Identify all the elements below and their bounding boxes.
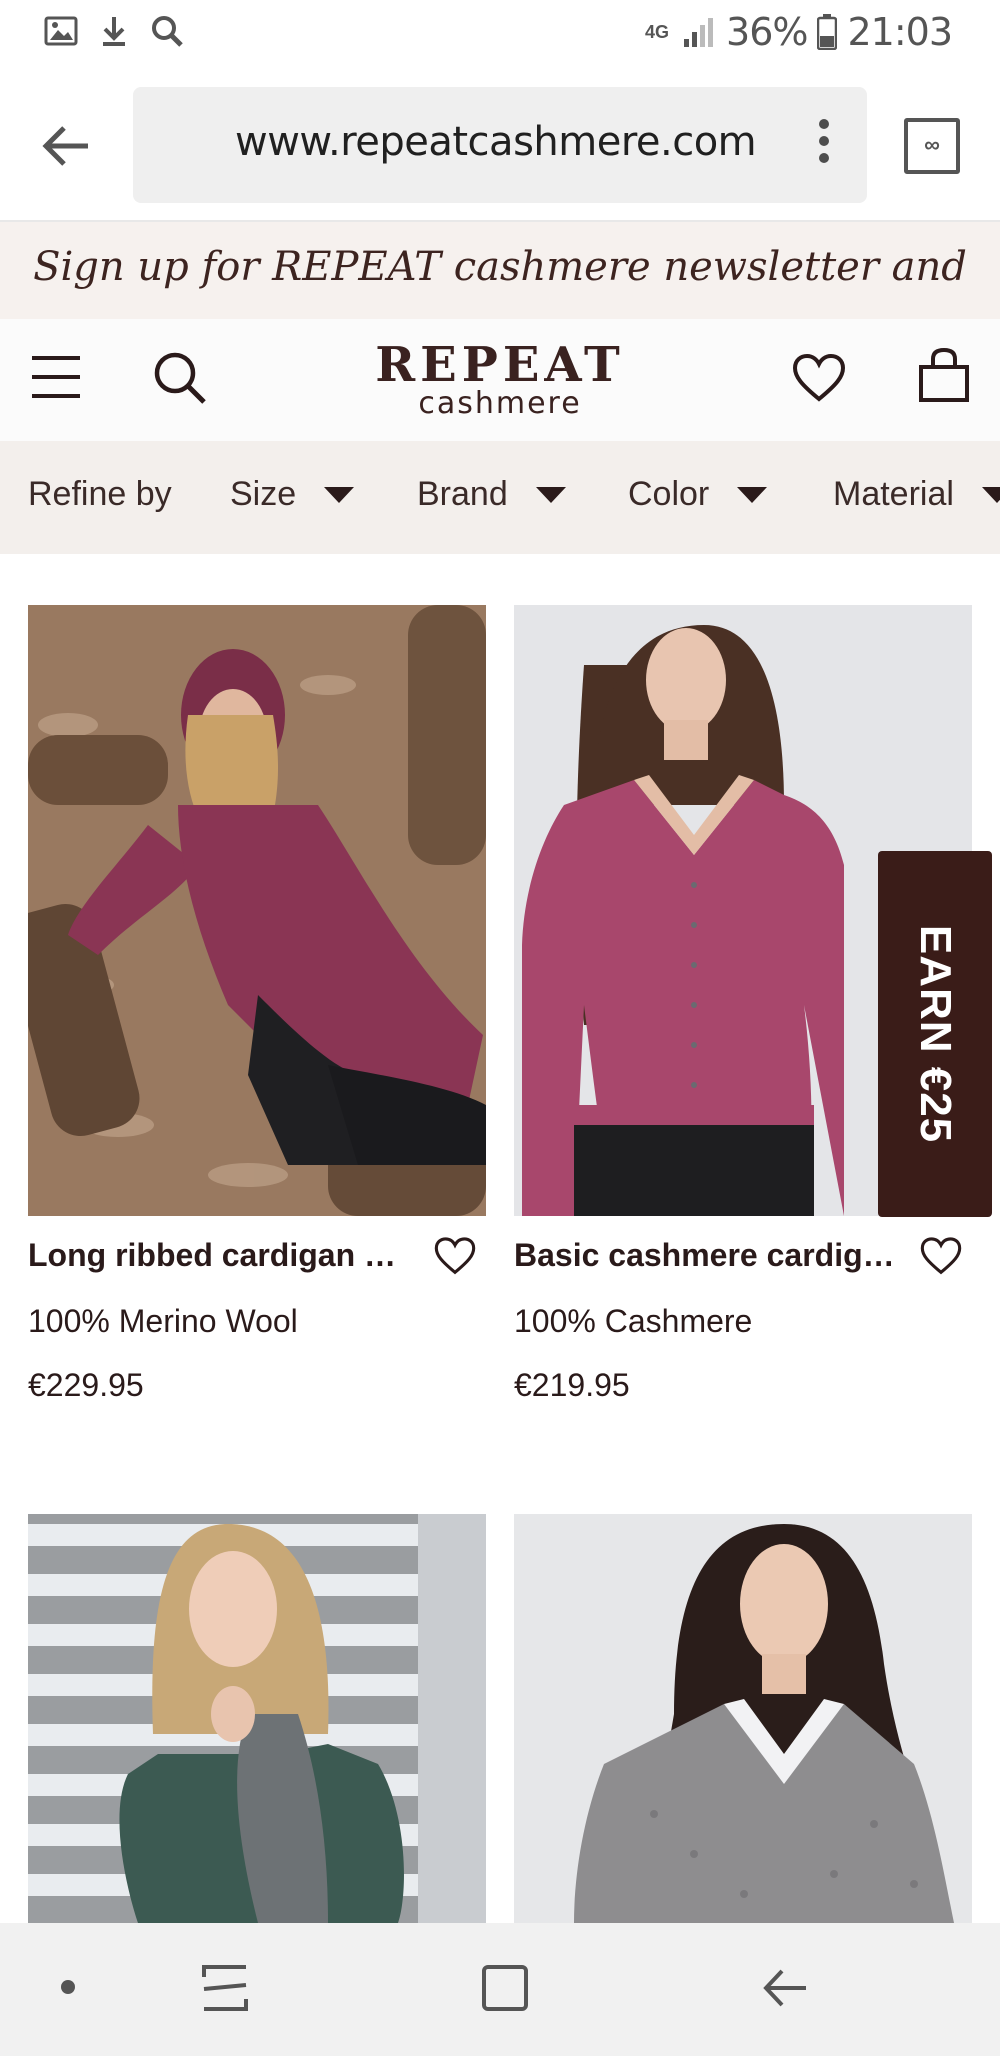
browser-toolbar: www.repeatcashmere.com ∞ <box>0 70 1000 222</box>
filter-brand[interactable]: Brand <box>417 475 566 514</box>
more-vert-icon[interactable] <box>817 119 831 169</box>
search-icon[interactable] <box>152 350 208 406</box>
signal-icon <box>684 18 714 47</box>
url-text[interactable]: www.repeatcashmere.com <box>235 119 757 165</box>
status-bar: 4G 36% 21:03 <box>0 0 1000 66</box>
shopping-bag-icon[interactable] <box>918 347 970 403</box>
product-price: €219.95 <box>514 1367 630 1403</box>
wishlist-heart-icon[interactable] <box>920 1235 962 1277</box>
filter-size-label: Size <box>230 475 297 513</box>
network-type: 4G <box>645 22 670 42</box>
search-icon <box>152 16 183 47</box>
image-icon <box>44 16 78 46</box>
battery-icon <box>817 14 838 50</box>
newsletter-banner[interactable]: Sign up for REPEAT cashmere newsletter a… <box>0 222 1000 319</box>
refine-by-label: Refine by <box>28 475 172 513</box>
caret-down-icon <box>324 486 355 503</box>
back-icon[interactable] <box>760 1963 810 2013</box>
heart-icon[interactable] <box>792 353 846 403</box>
filter-material-label: Material <box>833 475 954 513</box>
product-price: €229.95 <box>28 1367 144 1403</box>
earn-referral-label[interactable]: EARN €25 <box>910 925 960 1143</box>
system-nav-bar <box>0 1923 1000 2056</box>
earn-referral-tab[interactable]: EARN €25 <box>878 851 992 1217</box>
product-material: 100% Cashmere <box>514 1303 753 1339</box>
caret-down-icon <box>737 486 768 503</box>
battery-percent: 36% <box>726 10 808 54</box>
product-image[interactable] <box>28 605 486 1216</box>
site-header: REPEAT cashmere <box>0 319 1000 441</box>
download-icon <box>103 17 125 46</box>
filter-color[interactable]: Color <box>628 475 768 514</box>
address-bar[interactable]: www.repeatcashmere.com <box>133 87 867 203</box>
logo-main: REPEAT <box>375 337 625 393</box>
caret-down-icon <box>535 486 566 503</box>
filter-color-label: Color <box>628 475 710 513</box>
product-name[interactable]: Long ribbed cardigan wi... <box>28 1237 418 1274</box>
filter-brand-label: Brand <box>417 475 508 513</box>
filter-size[interactable]: Size <box>230 475 355 514</box>
dot-icon[interactable] <box>60 1979 76 1995</box>
product-card[interactable] <box>28 1514 486 1923</box>
product-card[interactable] <box>514 1514 972 1923</box>
recent-apps-icon[interactable] <box>200 1963 250 2013</box>
logo-sub: cashmere <box>418 386 582 421</box>
newsletter-banner-text[interactable]: Sign up for REPEAT cashmere newsletter a… <box>0 244 1000 290</box>
menu-icon[interactable] <box>30 354 82 400</box>
product-image[interactable] <box>514 1514 972 1923</box>
caret-down-icon <box>981 486 1000 503</box>
product-name[interactable]: Basic cashmere cardiga... <box>514 1237 904 1274</box>
filter-material[interactable]: Material <box>833 475 1000 514</box>
product-image[interactable] <box>28 1514 486 1923</box>
product-card[interactable]: Long ribbed cardigan wi... 100% Merino W… <box>28 605 486 1405</box>
filter-bar: Refine by Size Brand Color Material <box>0 441 1000 554</box>
home-icon[interactable] <box>480 1963 530 2013</box>
back-arrow-icon[interactable] <box>38 118 94 174</box>
wishlist-heart-icon[interactable] <box>434 1235 476 1277</box>
repeat-cashmere-logo[interactable]: REPEAT cashmere <box>300 337 700 421</box>
clock: 21:03 <box>847 10 953 54</box>
product-material: 100% Merino Wool <box>28 1303 298 1339</box>
tab-switcher-icon[interactable]: ∞ <box>904 118 960 174</box>
